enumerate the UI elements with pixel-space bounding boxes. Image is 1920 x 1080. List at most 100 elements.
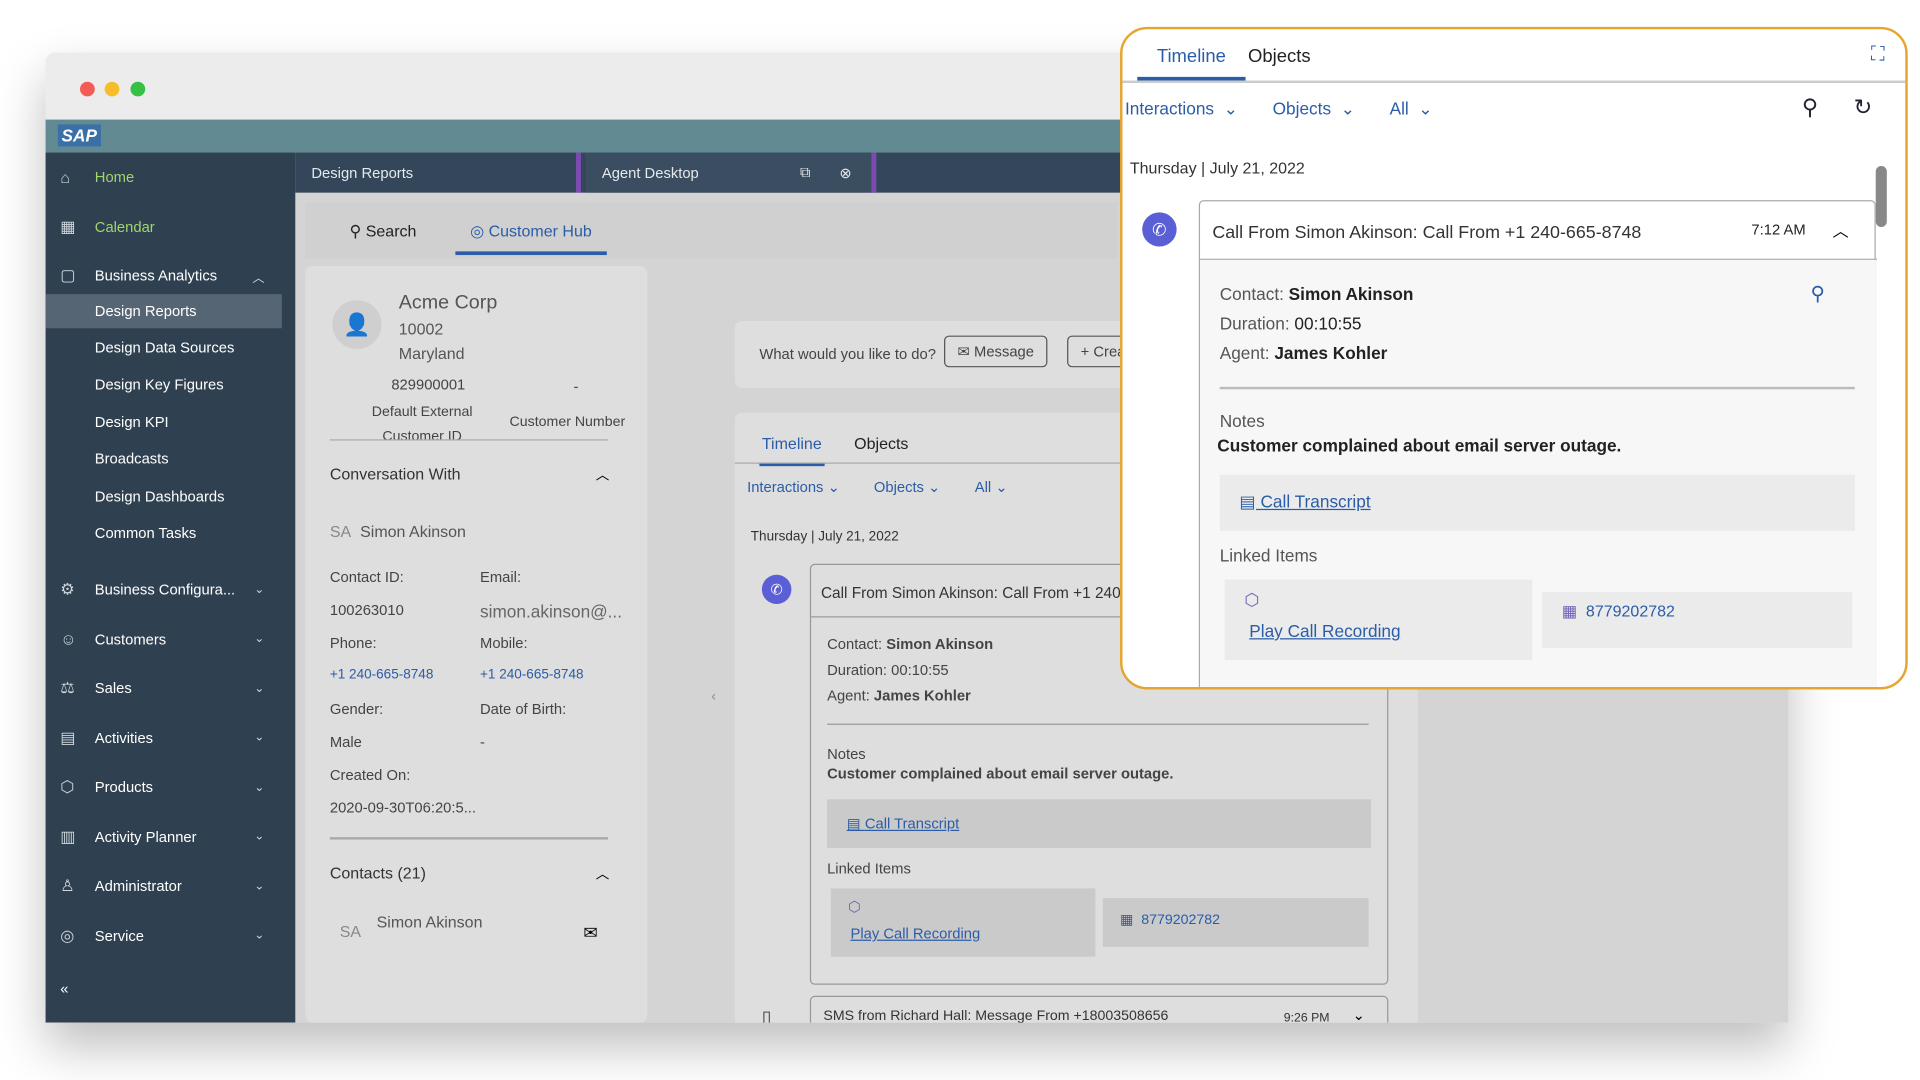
tab-timeline[interactable]: Timeline bbox=[759, 434, 825, 467]
tab-design-reports[interactable]: Design Reports bbox=[295, 152, 581, 193]
email-icon[interactable]: ✉ bbox=[583, 923, 597, 944]
tab-objects[interactable]: Objects bbox=[1248, 46, 1311, 67]
search-icon[interactable]: ⚲ bbox=[1802, 95, 1818, 121]
sidebar-subitem[interactable]: Common Tasks bbox=[95, 525, 197, 542]
field-value[interactable]: +1 240-665-8748 bbox=[480, 668, 584, 683]
all-filter[interactable]: All ⌄ bbox=[975, 478, 1008, 495]
sidebar-item-business-analytics[interactable]: ▢ Business Analytics ︿ bbox=[46, 257, 282, 294]
field-label: Contact ID: bbox=[329, 568, 404, 586]
sidebar-subitem[interactable]: Design Dashboards bbox=[95, 488, 225, 505]
home-icon: ⌂ bbox=[60, 167, 70, 187]
play-recording-link[interactable]: Play Call Recording bbox=[850, 925, 980, 942]
agent-value: James Kohler bbox=[873, 687, 971, 705]
configuration-icon: ⚙ bbox=[60, 580, 75, 599]
customer-name: Acme Corp bbox=[398, 292, 498, 314]
recording-item: ⬡ Play Call Recording bbox=[1224, 579, 1533, 661]
objects-filter[interactable]: Objects ⌄ bbox=[1273, 99, 1355, 120]
tab-timeline[interactable]: Timeline bbox=[1137, 46, 1246, 81]
close-tab-icon[interactable]: ⊗ bbox=[839, 164, 851, 181]
refresh-icon[interactable]: ↻ bbox=[1854, 95, 1873, 121]
chevron-down-icon: ⌄ bbox=[254, 583, 265, 597]
subtab-search[interactable]: ⚲ Search bbox=[350, 222, 417, 242]
call-title[interactable]: Call From Simon Akinson: Call From +1 24… bbox=[1212, 223, 1641, 243]
interactions-filter[interactable]: Interactions ⌄ bbox=[1125, 99, 1238, 120]
sidebar-item-label: Service bbox=[94, 927, 145, 945]
sidebar-item-activities[interactable]: ▤ Activities ⌄ bbox=[46, 720, 282, 757]
duration-label: Duration: bbox=[827, 661, 888, 679]
sidebar-item-label: Sales bbox=[94, 680, 132, 698]
actions-prompt: What would you like to do? bbox=[759, 345, 936, 363]
agent-label: Agent: bbox=[1219, 342, 1270, 363]
chevron-down-icon: ⌄ bbox=[254, 929, 265, 943]
sidebar-subitem[interactable]: Broadcasts bbox=[95, 450, 169, 467]
divider bbox=[1219, 386, 1855, 390]
objects-filter[interactable]: Objects ⌄ bbox=[874, 478, 941, 495]
contact-value: Simon Akinson bbox=[886, 635, 994, 653]
expand-chevron-icon[interactable]: ⌄ bbox=[1353, 1007, 1365, 1023]
collapse-panel-handle[interactable]: ‹ bbox=[711, 689, 716, 704]
tab-objects[interactable]: Objects bbox=[854, 434, 908, 452]
subtab-customer-hub[interactable]: ◎ Customer Hub bbox=[455, 222, 607, 256]
timeline-date: Thursday | July 21, 2022 bbox=[1129, 158, 1305, 177]
customer-avatar-icon: 👤 bbox=[332, 300, 382, 350]
timeline-zoom-callout: Timeline Objects ⛶ Interactions ⌄ Object… bbox=[1120, 26, 1908, 690]
sidebar-subitem[interactable]: Design KPI bbox=[95, 413, 169, 430]
sidebar-item-calendar[interactable]: ▦ Calendar bbox=[46, 208, 282, 245]
sidebar-item-administrator[interactable]: ♙ Administrator ⌄ bbox=[46, 868, 282, 905]
sidebar-item-customers[interactable]: ☺ Customers ⌄ bbox=[46, 621, 282, 658]
close-window-button[interactable] bbox=[80, 81, 95, 97]
ticket-link[interactable]: ▦ 8779202782 bbox=[1120, 910, 1220, 928]
collapse-chevron-icon[interactable]: ︿ bbox=[596, 864, 610, 884]
call-transcript-link[interactable]: ▤ Call Transcript bbox=[847, 815, 959, 832]
conversation-contact[interactable]: SA Simon Akinson bbox=[330, 522, 466, 540]
message-button[interactable]: ✉ Message bbox=[944, 335, 1048, 368]
call-transcript-link[interactable]: ▤ Call Transcript bbox=[1239, 492, 1370, 513]
transcript-item: ▤ Call Transcript bbox=[1219, 474, 1855, 531]
ticket-number: 8779202782 bbox=[1585, 601, 1675, 620]
notes-text: Customer complained about email server o… bbox=[1217, 435, 1622, 456]
all-filter[interactable]: All ⌄ bbox=[1390, 99, 1433, 120]
field-label: Gender: bbox=[329, 700, 384, 718]
collapse-chevron-icon[interactable]: ︿ bbox=[1833, 218, 1849, 241]
maximize-window-button[interactable] bbox=[130, 81, 146, 97]
contact-label: Contact: bbox=[1219, 284, 1284, 304]
sidebar-item-products[interactable]: ⬡ Products ⌄ bbox=[46, 769, 282, 806]
interactions-filter[interactable]: Interactions ⌄ bbox=[747, 478, 840, 495]
fullscreen-icon[interactable]: ⛶ bbox=[1871, 44, 1885, 66]
sidebar-item-label: Business Analytics bbox=[94, 267, 218, 285]
sidebar: ⌂ Home ▦ Calendar ▢ Business Analytics ︿ Design… bbox=[45, 152, 296, 1023]
field-value[interactable]: +1 240-665-8748 bbox=[330, 668, 434, 683]
chevron-down-icon: ⌄ bbox=[254, 879, 265, 894]
collapse-sidebar-icon[interactable]: « bbox=[46, 970, 282, 1007]
incoming-call-icon: ✆ bbox=[1142, 212, 1177, 247]
sms-card[interactable]: SMS from Richard Hall: Message From +180… bbox=[809, 995, 1389, 1023]
sidebar-item-activity-planner[interactable]: ▥ Activity Planner ⌄ bbox=[46, 819, 282, 856]
sidebar-item-service[interactable]: ◎ Service ⌄ bbox=[46, 917, 282, 954]
field-value: 2020-09-30T06:20:5... bbox=[329, 799, 477, 817]
sidebar-subitem[interactable]: Design Data Sources bbox=[95, 339, 235, 356]
field-label: Created On: bbox=[329, 766, 411, 784]
sidebar-item-business-configura[interactable]: ⚙ Business Configura... ⌄ bbox=[46, 571, 282, 608]
scrollbar-thumb[interactable] bbox=[1875, 165, 1887, 227]
sidebar-subitem[interactable]: Design Reports bbox=[45, 293, 282, 328]
pin-icon[interactable]: ⚲ bbox=[1811, 282, 1825, 306]
tab-agent-desktop[interactable]: Agent Desktop ⧉ ⊗ bbox=[585, 152, 877, 193]
sidebar-item-home[interactable]: ⌂ Home bbox=[46, 159, 282, 196]
administrator-icon: ♙ bbox=[60, 876, 75, 895]
sidebar-item-sales[interactable]: ⚖ Sales ⌄ bbox=[46, 670, 282, 707]
products-icon: ⬡ bbox=[60, 777, 75, 796]
popout-icon[interactable]: ⧉ bbox=[800, 164, 811, 182]
contacts-title: Contacts (21) bbox=[329, 863, 426, 883]
chevron-down-icon: ⌄ bbox=[254, 632, 265, 646]
avatar-initials: SA bbox=[329, 522, 352, 541]
duration-value: 00:10:55 bbox=[891, 661, 949, 679]
field-value: Male bbox=[329, 733, 362, 751]
play-recording-link[interactable]: Play Call Recording bbox=[1249, 621, 1400, 641]
call-card: Call From Simon Akinson: Call From +1 24… bbox=[1198, 200, 1877, 688]
ticket-link[interactable]: ▦ 8779202782 bbox=[1562, 602, 1675, 622]
external-id-label: Default External Customer ID bbox=[371, 405, 473, 445]
collapse-chevron-icon[interactable]: ︿ bbox=[596, 465, 610, 485]
contact-list-name[interactable]: Simon Akinson bbox=[377, 913, 483, 931]
sidebar-subitem[interactable]: Design Key Figures bbox=[95, 376, 224, 393]
minimize-window-button[interactable] bbox=[104, 81, 120, 97]
